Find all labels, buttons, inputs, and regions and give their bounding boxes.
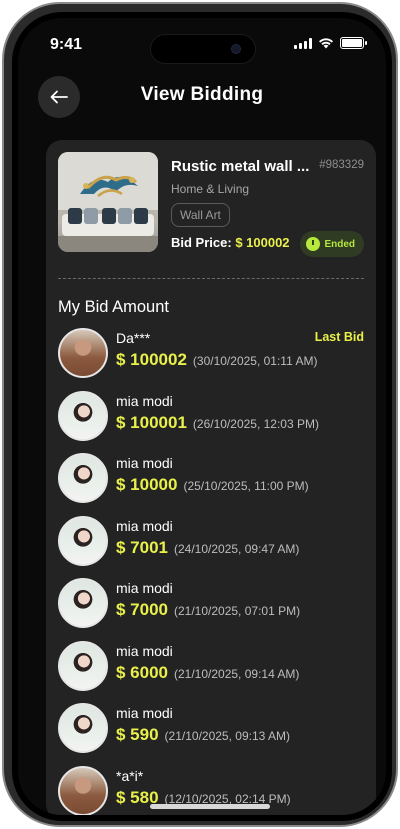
status-badge: Ended (300, 231, 364, 257)
bid-price: Bid Price: $ 100002 (171, 235, 290, 250)
avatar (58, 765, 108, 815)
bid-price-value: $ 100002 (235, 235, 290, 250)
bidder-name: mia modi (116, 580, 173, 596)
bid-date: (21/10/2025, 09:14 AM) (174, 666, 300, 681)
header: View Bidding (18, 70, 386, 126)
avatar (58, 578, 108, 628)
wall-art-picture (58, 152, 158, 252)
avatar (58, 328, 108, 378)
avatar (58, 515, 108, 566)
bid-amount-value: $ 100002 (116, 350, 187, 369)
bid-row: mia modi $ 10000 (25/10/2025, 11:00 PM) (58, 451, 364, 514)
bid-amount: $ 7000 (21/10/2025, 07:01 PM) (116, 600, 300, 620)
product-image (58, 152, 158, 252)
bid-amount: $ 6000 (21/10/2025, 09:14 AM) (116, 663, 299, 683)
bidder-name: mia modi (116, 642, 173, 659)
battery-icon (340, 37, 367, 49)
camera-icon (231, 44, 241, 54)
product-summary[interactable]: Rustic metal wall ... #983329 Home & Liv… (58, 152, 364, 257)
bid-row: mia modi $ 7001 (24/10/2025, 09:47 AM) (58, 514, 364, 577)
bidder-name: *a*i* (116, 767, 144, 784)
bid-row: mia modi $ 6000 (21/10/2025, 09:14 AM) (58, 639, 364, 702)
product-category: Home & Living (171, 182, 250, 196)
last-bid-label: Last Bid (314, 330, 364, 344)
timer-icon (306, 237, 321, 251)
dynamic-island (150, 34, 256, 64)
status-time: 9:41 (50, 36, 83, 53)
bid-date: (26/10/2025, 12:03 PM) (192, 416, 319, 431)
bidder-name: mia modi (116, 705, 173, 721)
bid-price-label: Bid Price: (171, 235, 232, 250)
section-title: My Bid Amount (58, 298, 169, 316)
bid-amount-value: $ 7000 (116, 600, 168, 619)
bidder-name: mia modi (116, 455, 173, 471)
page-title: View Bidding (140, 84, 264, 105)
product-id: #983329 (319, 159, 364, 171)
home-indicator[interactable] (150, 804, 270, 809)
bid-date: (24/10/2025, 09:47 AM) (174, 541, 300, 556)
status-icons (294, 37, 367, 49)
bidder-name: mia modi (116, 517, 173, 534)
status-badge-label: Ended (324, 238, 355, 250)
product-tag: Wall Art (171, 203, 230, 227)
bid-row: mia modi $ 100001 (26/10/2025, 12:03 PM) (58, 389, 364, 452)
bid-amount: $ 100001 (26/10/2025, 12:03 PM) (116, 413, 319, 433)
bid-row: mia modi $ 590 (21/10/2025, 09:13 AM) (58, 701, 364, 764)
phone-bezel: 9:41 View Bidding Rustic metal wall ... … (12, 12, 392, 821)
bid-date: (21/10/2025, 07:01 PM) (174, 604, 301, 618)
bid-amount: $ 7001 (24/10/2025, 09:47 AM) (116, 538, 299, 558)
status-bar: 9:41 (18, 18, 386, 64)
bid-amount-value: $ 10000 (116, 475, 178, 494)
bidder-name: Da*** (116, 330, 151, 346)
dashed-divider (58, 278, 364, 279)
bid-row: mia modi $ 7000 (21/10/2025, 07:01 PM) (58, 576, 364, 639)
avatar (58, 703, 108, 753)
bid-amount-value: $ 100001 (116, 412, 187, 432)
avatar (58, 640, 108, 691)
bidding-card: Rustic metal wall ... #983329 Home & Liv… (46, 140, 376, 815)
bidder-name: mia modi (116, 392, 173, 409)
bid-amount: $ 100002 (30/10/2025, 01:11 AM) (116, 350, 317, 370)
product-name: Rustic metal wall ... (171, 158, 310, 175)
app-screen: 9:41 View Bidding Rustic metal wall ... … (18, 18, 386, 815)
avatar (58, 453, 108, 503)
bid-date: (21/10/2025, 09:13 AM) (164, 729, 290, 743)
bid-amount-value: $ 7001 (116, 537, 168, 557)
cellular-signal-icon (294, 37, 312, 49)
avatar (58, 390, 108, 441)
phone-frame: 9:41 View Bidding Rustic metal wall ... … (2, 2, 398, 827)
bid-row: Da*** Last Bid $ 100002 (30/10/2025, 01:1… (58, 326, 364, 389)
bid-amount-value: $ 6000 (116, 662, 168, 682)
bid-amount-value: $ 590 (116, 725, 159, 744)
bid-date: (30/10/2025, 01:11 AM) (192, 354, 318, 368)
bid-list: Da*** Last Bid $ 100002 (30/10/2025, 01:1… (58, 326, 364, 815)
wifi-icon (319, 38, 333, 49)
bid-amount: $ 590 (21/10/2025, 09:13 AM) (116, 725, 290, 745)
bid-date: (25/10/2025, 11:00 PM) (183, 479, 309, 493)
bid-amount: $ 10000 (25/10/2025, 11:00 PM) (116, 475, 309, 495)
